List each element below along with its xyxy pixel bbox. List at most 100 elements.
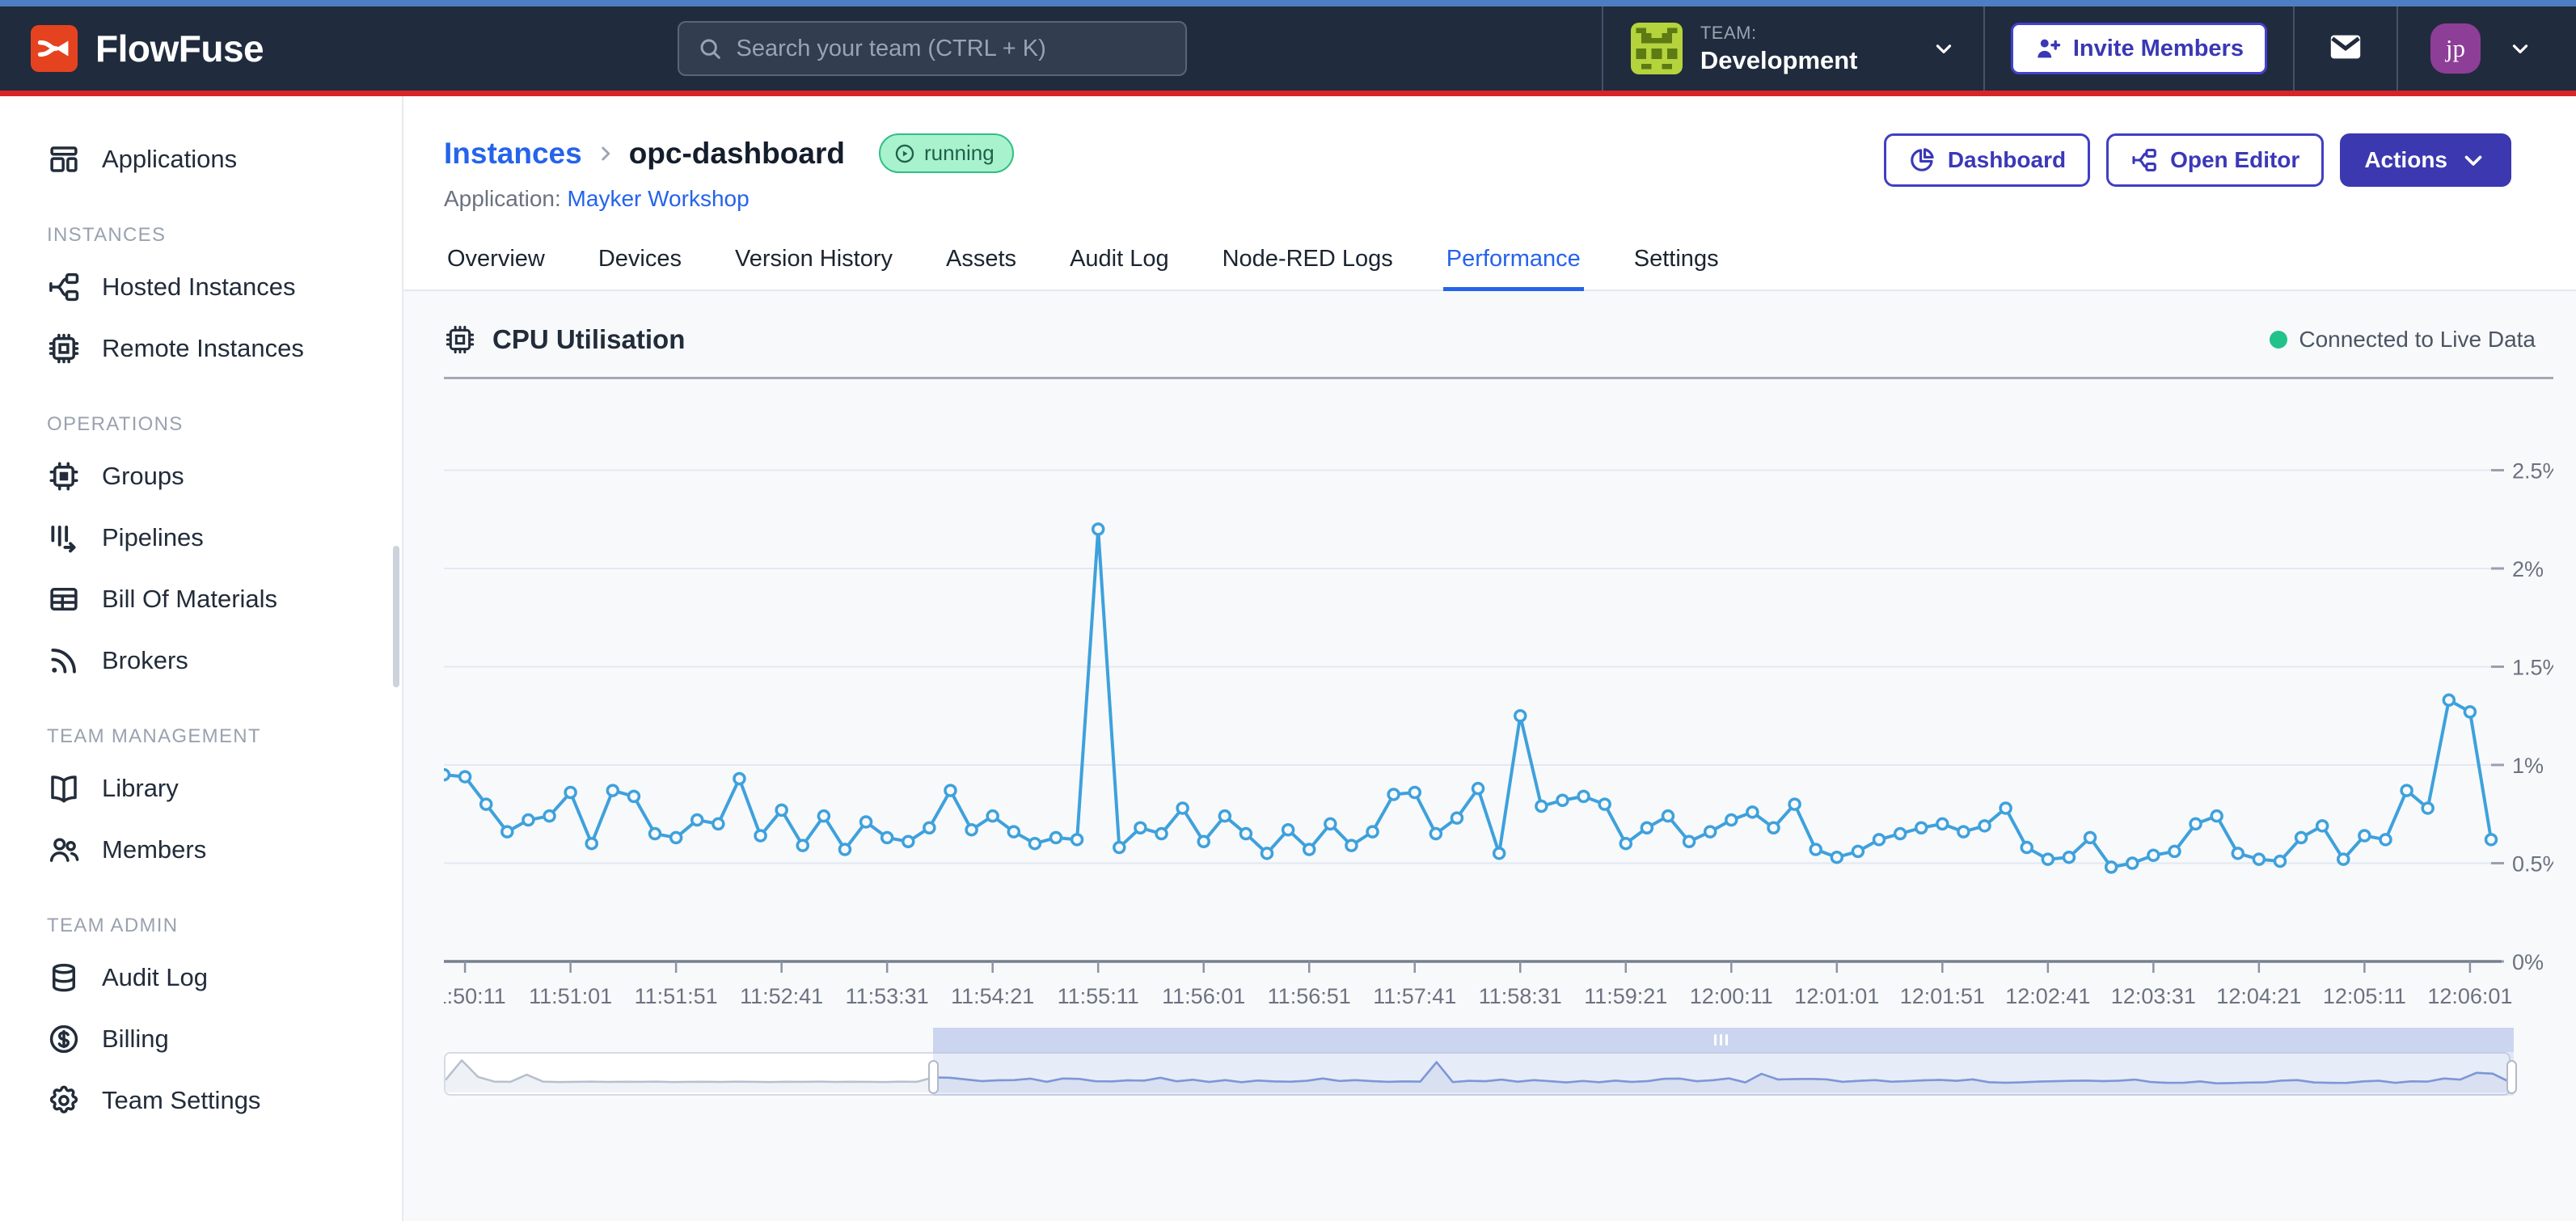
invite-members-button[interactable]: Invite Members [2011, 23, 2267, 74]
sidebar-section-team-management: TEAM MANAGEMENT [0, 691, 402, 758]
status-badge: running [879, 133, 1014, 173]
svg-text:11:56:01: 11:56:01 [1162, 984, 1245, 1008]
navbar: FlowFuse TEAM: Development Invite Member… [0, 6, 2576, 91]
sidebar-item-brokers[interactable]: Brokers [0, 630, 402, 691]
svg-text:11:51:01: 11:51:01 [529, 984, 612, 1008]
chart-range-selector [444, 1028, 2514, 1105]
performance-panel: CPU Utilisation Connected to Live Data 0… [403, 291, 2576, 1221]
sidebar-item-remote-instances[interactable]: Remote Instances [0, 318, 402, 379]
tab-devices[interactable]: Devices [595, 246, 685, 291]
live-dot-icon [2270, 331, 2287, 349]
sidebar-section-operations: OPERATIONS [0, 379, 402, 446]
sidebar-item-label: Members [102, 835, 206, 864]
sidebar-section-instances: INSTANCES [0, 190, 402, 256]
svg-text:0.5%: 0.5% [2512, 852, 2553, 877]
tab-assets[interactable]: Assets [943, 246, 1020, 291]
hosted-instances-icon [47, 270, 81, 304]
notifications-button[interactable] [2295, 28, 2397, 70]
svg-text:2.5%: 2.5% [2512, 459, 2553, 484]
sidebar-item-label: Audit Log [102, 963, 208, 992]
application-link[interactable]: Mayker Workshop [568, 186, 750, 211]
search-icon [697, 36, 723, 61]
svg-text:1%: 1% [2512, 754, 2544, 778]
brokers-icon [47, 644, 81, 678]
breadcrumb: Instances opc-dashboard running [444, 133, 1014, 173]
range-handle-right[interactable] [2506, 1060, 2517, 1094]
library-icon [47, 771, 81, 805]
sidebar-item-label: Remote Instances [102, 334, 304, 363]
team-selector[interactable]: TEAM: Development [1603, 23, 1983, 75]
dashboard-button[interactable]: Dashboard [1884, 133, 2090, 187]
user-plus-icon [2034, 35, 2062, 62]
sidebar-item-team-settings[interactable]: Team Settings [0, 1070, 402, 1131]
svg-text:12:02:41: 12:02:41 [2005, 984, 2090, 1008]
sidebar-item-label: Applications [102, 145, 237, 174]
sidebar-item-label: Team Settings [102, 1086, 260, 1115]
tab-version-history[interactable]: Version History [732, 246, 896, 291]
actions-button[interactable]: Actions [2340, 133, 2511, 187]
chevron-down-icon [2460, 146, 2487, 174]
sidebar-item-pipelines[interactable]: Pipelines [0, 507, 402, 568]
sidebar-item-groups[interactable]: Groups [0, 446, 402, 507]
brand[interactable]: FlowFuse [31, 25, 264, 72]
breadcrumb-instances-link[interactable]: Instances [444, 137, 582, 171]
sidebar-item-label: Brokers [102, 646, 188, 675]
sidebar-scrollbar[interactable] [393, 546, 399, 687]
pie-chart-icon [1908, 146, 1936, 174]
actions-button-label: Actions [2364, 147, 2447, 173]
live-status-label: Connected to Live Data [2299, 327, 2536, 353]
svg-text:11:50:11: 11:50:11 [444, 984, 506, 1008]
svg-text:11:57:41: 11:57:41 [1373, 984, 1456, 1008]
tab-overview[interactable]: Overview [444, 246, 548, 291]
sidebar-item-hosted-instances[interactable]: Hosted Instances [0, 256, 402, 318]
range-selection[interactable] [933, 1052, 2514, 1096]
range-handle-left[interactable] [928, 1060, 939, 1094]
applications-icon [47, 142, 81, 176]
svg-text:12:03:31: 12:03:31 [2111, 984, 2196, 1008]
cpu-chart: 0%0.5%1%1.5%2%2.5%11:50:1111:51:0111:51:… [444, 379, 2553, 1026]
chevron-down-icon [1932, 36, 1956, 61]
team-settings-icon [47, 1084, 81, 1117]
tab-node-red-logs[interactable]: Node-RED Logs [1219, 246, 1396, 291]
sidebar-item-applications[interactable]: Applications [0, 129, 402, 190]
status-label: running [924, 141, 995, 166]
groups-icon [47, 459, 81, 493]
svg-text:11:59:21: 11:59:21 [1584, 984, 1667, 1008]
team-label: TEAM: [1700, 23, 1858, 44]
svg-text:12:01:51: 12:01:51 [1900, 984, 1985, 1008]
svg-text:12:01:01: 12:01:01 [1794, 984, 1879, 1008]
svg-text:11:56:51: 11:56:51 [1268, 984, 1351, 1008]
svg-text:12:06:01: 12:06:01 [2427, 984, 2512, 1008]
node-red-editor-icon [2130, 146, 2158, 174]
team-search[interactable] [678, 21, 1187, 76]
billing-icon [47, 1022, 81, 1056]
sidebar-item-bill-of-materials[interactable]: Bill Of Materials [0, 568, 402, 630]
sidebar-item-audit-log[interactable]: Audit Log [0, 947, 402, 1008]
mail-icon [2327, 28, 2364, 65]
members-icon [47, 833, 81, 867]
sidebar-item-members[interactable]: Members [0, 819, 402, 881]
svg-text:12:00:11: 12:00:11 [1690, 984, 1773, 1008]
svg-text:11:52:41: 11:52:41 [740, 984, 823, 1008]
bill-of-materials-icon [47, 582, 81, 616]
sidebar-item-label: Library [102, 774, 179, 803]
sidebar-item-billing[interactable]: Billing [0, 1008, 402, 1070]
dashboard-button-label: Dashboard [1948, 147, 2066, 173]
sidebar-item-library[interactable]: Library [0, 758, 402, 819]
audit-log-icon [47, 961, 81, 995]
svg-text:0%: 0% [2512, 950, 2544, 974]
main-content: Instances opc-dashboard running Applicat… [403, 96, 2576, 1221]
drag-grip-icon[interactable] [1714, 1034, 1728, 1046]
svg-text:2%: 2% [2512, 557, 2544, 581]
user-menu[interactable]: jp [2398, 23, 2544, 74]
search-input[interactable] [736, 36, 1168, 62]
tab-audit-log[interactable]: Audit Log [1066, 246, 1172, 291]
svg-text:11:55:11: 11:55:11 [1058, 984, 1139, 1008]
remote-instances-icon [47, 332, 81, 365]
play-circle-icon [893, 142, 916, 165]
range-selection-drag-bar[interactable] [933, 1028, 2514, 1052]
open-editor-button[interactable]: Open Editor [2106, 133, 2324, 187]
tab-settings[interactable]: Settings [1631, 246, 1722, 291]
tab-performance[interactable]: Performance [1443, 246, 1584, 291]
cpu-line-chart[interactable]: 0%0.5%1%1.5%2%2.5%11:50:1111:51:0111:51:… [444, 379, 2553, 1026]
